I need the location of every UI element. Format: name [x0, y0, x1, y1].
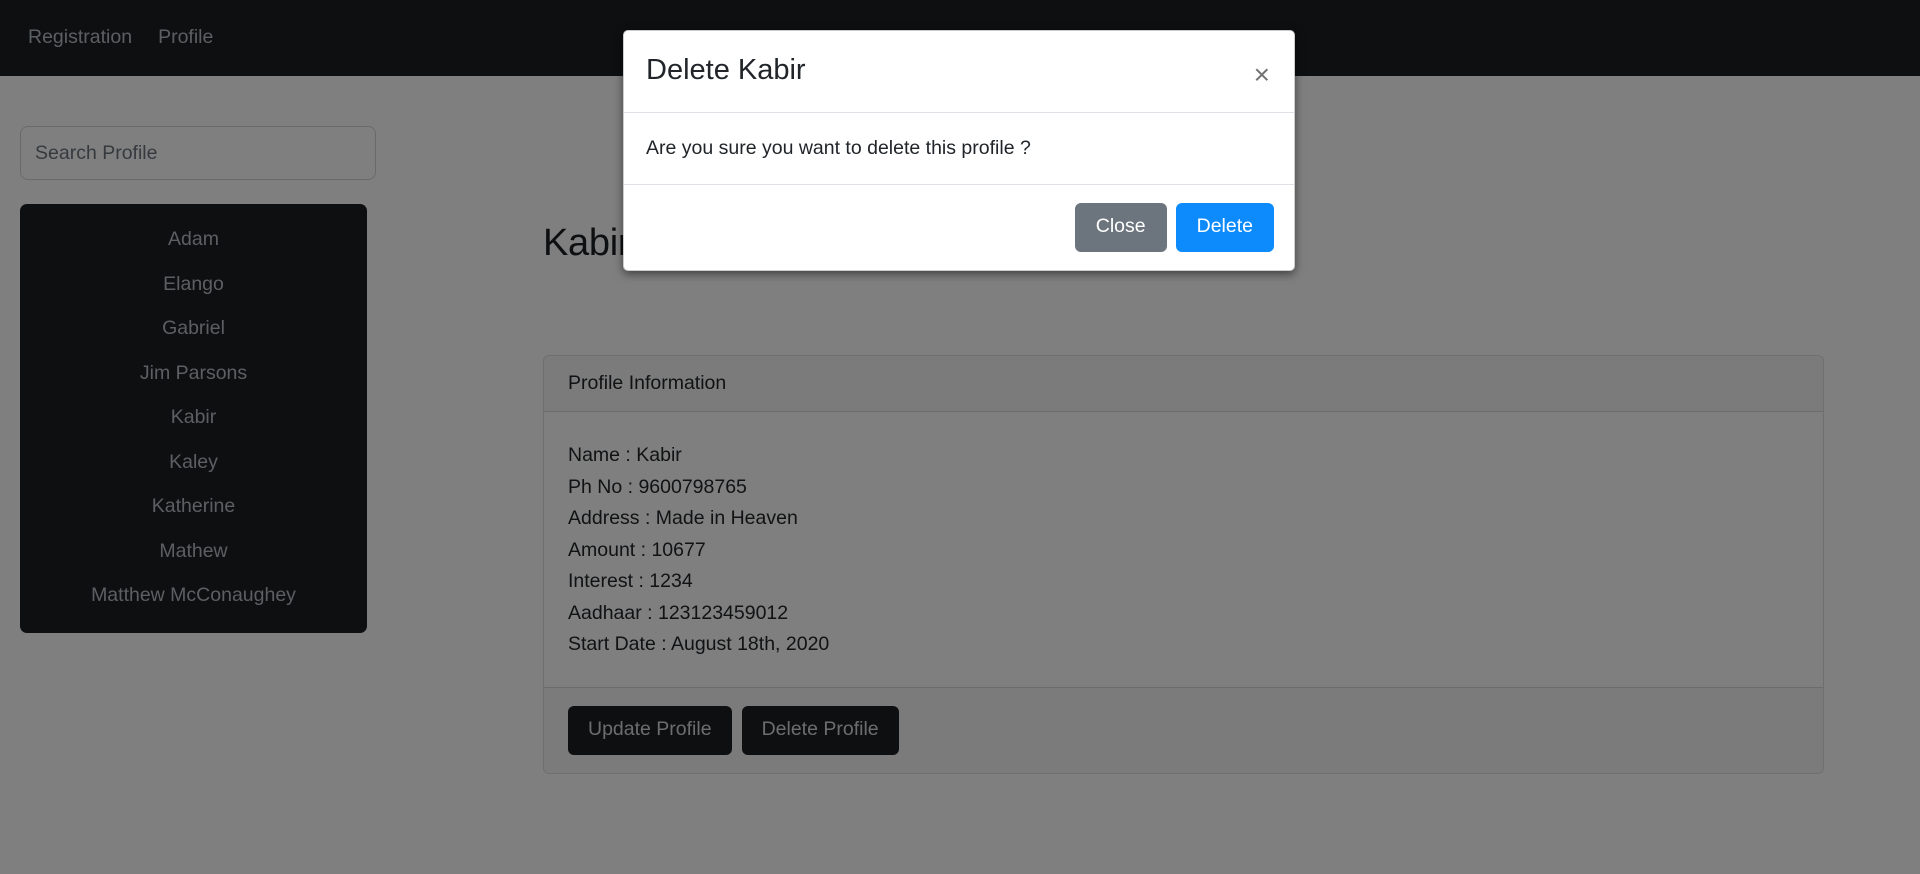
modal-footer: Close Delete — [624, 185, 1294, 270]
modal-header: Delete Kabir × — [624, 31, 1294, 113]
delete-confirmation-modal: Delete Kabir × Are you sure you want to … — [623, 30, 1295, 271]
close-button[interactable]: Close — [1074, 203, 1167, 252]
modal-body-text: Are you sure you want to delete this pro… — [624, 113, 1294, 186]
close-icon[interactable]: × — [1252, 57, 1272, 89]
delete-button[interactable]: Delete — [1175, 203, 1274, 252]
modal-title: Delete Kabir — [646, 54, 806, 86]
